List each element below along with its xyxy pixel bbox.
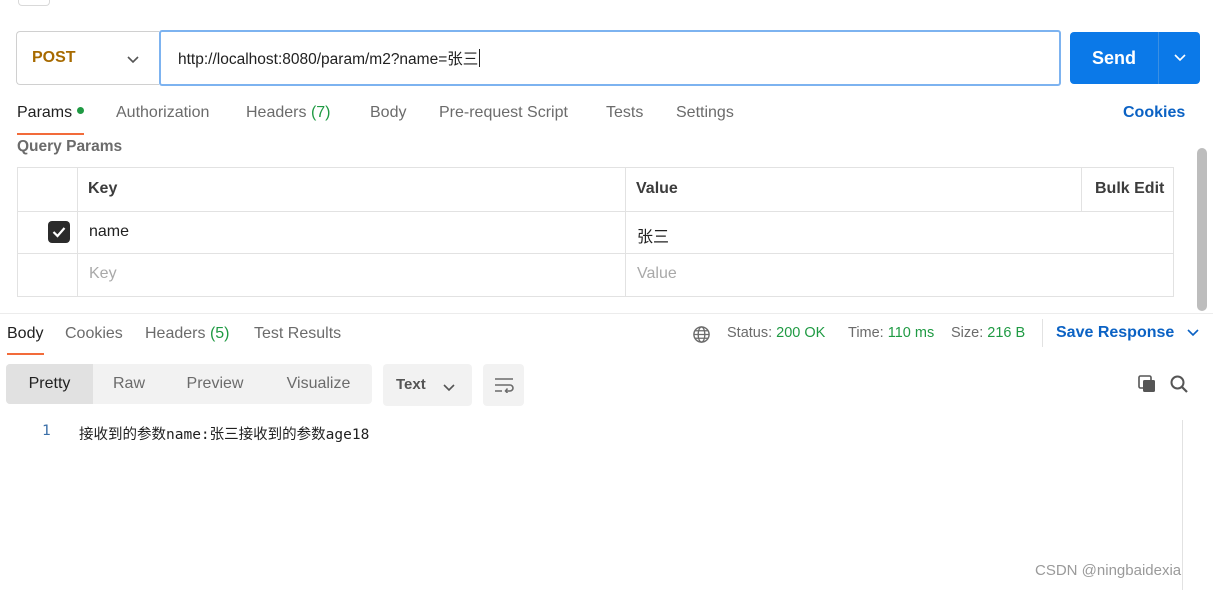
chevron-down-icon	[443, 379, 455, 397]
tab-headers[interactable]: Headers (7)	[246, 104, 331, 122]
size-label: Size:	[951, 325, 984, 341]
previous-tab-stub	[18, 0, 50, 6]
status-label: Status:	[727, 325, 773, 341]
tab-body[interactable]: Body	[370, 104, 406, 122]
view-visualize[interactable]: Visualize	[265, 364, 372, 404]
send-button-group: Send	[1070, 32, 1200, 84]
new-value-input[interactable]: Value	[637, 265, 677, 283]
method-select[interactable]: POST	[16, 31, 159, 85]
params-active-dot	[77, 107, 85, 115]
tab-test-results[interactable]: Test Results	[254, 325, 341, 343]
response-headers-count: (5)	[209, 325, 230, 342]
view-raw[interactable]: Raw	[93, 364, 165, 404]
response-size: Size: 216 B	[951, 325, 1025, 341]
key-column-header: Key	[88, 180, 118, 197]
pane-divider[interactable]	[0, 313, 1213, 314]
text-caret	[479, 49, 481, 67]
time-label: Time:	[848, 325, 884, 341]
active-response-tab-underline	[7, 353, 44, 355]
format-label: Text	[396, 376, 426, 393]
response-time: Time: 110 ms	[848, 325, 934, 341]
request-tabs: Params Authorization Headers (7) Body Pr…	[0, 100, 1213, 130]
tab-response-body[interactable]: Body	[7, 325, 43, 343]
url-input[interactable]: http://localhost:8080/param/m2?name=张三	[159, 30, 1061, 86]
watermark: CSDN @ningbaidexia	[1035, 562, 1182, 579]
chevron-down-icon	[1187, 329, 1199, 336]
view-mode-switch: Pretty Raw Preview Visualize	[6, 364, 372, 404]
tab-settings[interactable]: Settings	[676, 104, 734, 122]
copy-icon[interactable]	[1137, 374, 1157, 399]
globe-icon[interactable]	[692, 325, 711, 349]
tab-response-headers[interactable]: Headers (5)	[145, 325, 230, 343]
status-separator	[1042, 319, 1043, 347]
tab-response-cookies[interactable]: Cookies	[65, 325, 123, 343]
view-preview[interactable]: Preview	[165, 364, 265, 404]
tab-authorization[interactable]: Authorization	[116, 104, 209, 122]
row-divider	[18, 253, 1173, 254]
column-divider	[625, 168, 626, 296]
check-icon	[52, 227, 66, 238]
value-column-header: Value	[636, 180, 678, 197]
view-pretty[interactable]: Pretty	[6, 364, 93, 404]
active-tab-underline	[17, 133, 84, 135]
tab-params[interactable]: Params	[17, 104, 85, 122]
scrollbar-thumb[interactable]	[1197, 148, 1207, 311]
chevron-down-icon	[1173, 54, 1186, 62]
tab-pre-request-script[interactable]: Pre-request Script	[439, 104, 568, 122]
status-value: 200 OK	[776, 325, 826, 341]
method-label: POST	[32, 49, 76, 66]
line-number: 1	[42, 423, 51, 439]
query-params-title: Query Params	[17, 138, 123, 155]
param-enabled-checkbox[interactable]	[48, 221, 70, 243]
send-options-button[interactable]	[1159, 32, 1200, 84]
time-value: 110 ms	[887, 325, 935, 341]
save-response-button[interactable]: Save Response	[1056, 324, 1199, 342]
send-button[interactable]: Send	[1070, 32, 1158, 84]
url-text: http://localhost:8080/param/m2?name=张三	[178, 51, 479, 68]
column-divider	[77, 168, 78, 296]
query-params-table: Key Value Bulk Edit name 张三 Key Value	[17, 167, 1174, 297]
save-response-label: Save Response	[1056, 324, 1175, 341]
wrap-lines-button[interactable]	[483, 364, 524, 406]
chevron-down-icon	[127, 51, 139, 69]
response-body-line[interactable]: 接收到的参数name:张三接收到的参数age18	[79, 423, 369, 444]
wrap-lines-icon	[494, 378, 514, 393]
format-select[interactable]: Text	[383, 364, 472, 406]
editor-scroll-track	[1182, 420, 1183, 590]
tab-tests[interactable]: Tests	[606, 104, 643, 122]
response-status: Status: 200 OK	[727, 325, 825, 341]
tab-params-label: Params	[17, 104, 73, 121]
new-key-input[interactable]: Key	[89, 265, 117, 283]
column-divider	[1081, 168, 1082, 211]
search-icon[interactable]	[1169, 374, 1189, 399]
cookies-link[interactable]: Cookies	[1123, 104, 1185, 122]
size-value: 216 B	[987, 325, 1026, 341]
headers-count: (7)	[310, 104, 331, 121]
row-divider	[18, 211, 1173, 212]
tab-response-headers-label: Headers	[145, 325, 206, 342]
param-key-field[interactable]: name	[89, 223, 129, 241]
tab-headers-label: Headers	[246, 104, 307, 121]
param-value-field[interactable]: 张三	[637, 223, 669, 247]
bulk-edit-button[interactable]: Bulk Edit	[1095, 180, 1164, 198]
